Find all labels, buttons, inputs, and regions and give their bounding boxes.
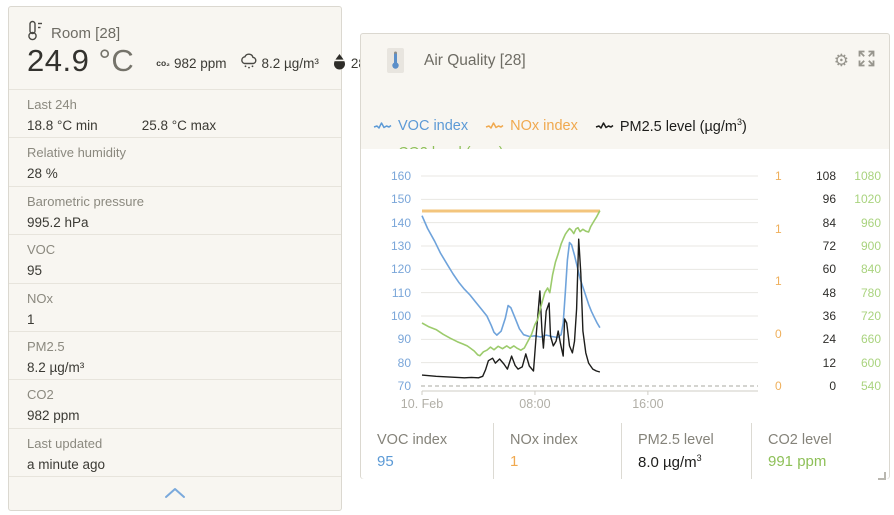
- temp-max: 25.8 °C max: [142, 118, 216, 133]
- pm25-axis-tick-label: 24: [784, 331, 836, 347]
- row-voc: VOC 95: [9, 234, 341, 282]
- row-pm25: PM2.5 8.2 µg/m³: [9, 331, 341, 379]
- squiggle-icon: [485, 121, 504, 131]
- co2-axis-tick-label: 540: [835, 378, 881, 394]
- summary-pm25: PM2.5 level 8.0 µg/m3: [621, 423, 751, 479]
- chart-title: Air Quality [28]: [424, 52, 834, 70]
- pm25-axis-tick-label: 84: [784, 215, 836, 231]
- summary-voc-value: 95: [377, 453, 493, 470]
- resize-handle[interactable]: [877, 467, 886, 476]
- legend-pm25-level[interactable]: PM2.5 level (µg/m3): [595, 117, 747, 135]
- voc-axis-tick-label: 150: [361, 191, 411, 207]
- chart-header: Air Quality [28] ⚙: [361, 34, 889, 149]
- pm25-stat: 8.2 µg/m³: [240, 53, 319, 73]
- voc-axis-tick-label: 80: [361, 355, 411, 371]
- voc-axis-tick-label: 130: [361, 238, 411, 254]
- co2-axis-tick-label: 900: [835, 238, 881, 254]
- pm25-axis-tick-label: 72: [784, 238, 836, 254]
- room-header: Room [28] 24.9 °C co₂ 982 ppm: [9, 7, 341, 89]
- fullscreen-expand-icon[interactable]: [858, 50, 875, 72]
- settings-gear-icon[interactable]: ⚙: [834, 52, 849, 69]
- legend-voc-index[interactable]: VOC index: [373, 118, 468, 134]
- collapse-button[interactable]: [9, 476, 341, 512]
- pm25-axis-tick-label: 36: [784, 308, 836, 324]
- co2-icon: co₂: [156, 58, 170, 68]
- summary-co2-value: 991 ppm: [768, 453, 889, 470]
- x-axis-tick-label: 10. Feb: [390, 397, 454, 411]
- temp-min: 18.8 °C min: [27, 118, 98, 133]
- summary-voc: VOC index 95: [361, 423, 493, 479]
- row-nox: NOx 1: [9, 283, 341, 331]
- row-barometric-pressure: Barometric pressure 995.2 hPa: [9, 186, 341, 234]
- pm25-axis-tick-label: 96: [784, 191, 836, 207]
- voc-axis-tick-label: 160: [361, 168, 411, 184]
- pm25-axis-tick-label: 60: [784, 261, 836, 277]
- legend-nox-index[interactable]: NOx index: [485, 118, 578, 134]
- co2-axis-tick-label: 660: [835, 331, 881, 347]
- summary-nox-value: 1: [510, 453, 621, 470]
- voc-axis-tick-label: 100: [361, 308, 411, 324]
- pm25-axis-tick-label: 108: [784, 168, 836, 184]
- series-line-co2: [422, 211, 600, 356]
- co2-axis-tick-label: 840: [835, 261, 881, 277]
- voc-axis-tick-label: 90: [361, 331, 411, 347]
- co2-axis-tick-label: 1080: [835, 168, 881, 184]
- pm25-axis-tick-label: 12: [784, 355, 836, 371]
- co2-axis-tick-label: 780: [835, 285, 881, 301]
- summary-nox: NOx index 1: [493, 423, 621, 479]
- voc-axis-tick-label: 120: [361, 261, 411, 277]
- row-last-updated: Last updated a minute ago: [9, 428, 341, 476]
- pm25-axis-tick-label: 0: [784, 378, 836, 394]
- air-quality-chart: 10. Feb08:0016:0016015014013012011010090…: [361, 149, 889, 423]
- room-summary-panel: Room [28] 24.9 °C co₂ 982 ppm: [8, 6, 342, 511]
- squiggle-icon: [373, 121, 392, 131]
- chart-summary: VOC index 95 NOx index 1 PM2.5 level 8.0…: [361, 423, 889, 479]
- co2-axis-tick-label: 960: [835, 215, 881, 231]
- co2-axis-tick-label: 720: [835, 308, 881, 324]
- pm25-axis-tick-label: 48: [784, 285, 836, 301]
- voc-axis-tick-label: 110: [361, 285, 411, 301]
- co2-axis-tick-label: 600: [835, 355, 881, 371]
- co2-axis-tick-label: 1020: [835, 191, 881, 207]
- chevron-up-icon: [163, 486, 187, 504]
- humidity-drop-icon: [332, 53, 347, 73]
- squiggle-icon: [595, 121, 614, 131]
- air-quality-panel: Air Quality [28] ⚙: [360, 33, 890, 479]
- thermometer-widget-icon: [387, 48, 404, 73]
- voc-axis-tick-label: 140: [361, 215, 411, 231]
- row-co2: CO2 982 ppm: [9, 379, 341, 427]
- row-last-24h: Last 24h 18.8 °C min25.8 °C max: [9, 89, 341, 137]
- room-title: Room [28]: [51, 25, 120, 42]
- x-axis-tick-label: 16:00: [616, 397, 680, 411]
- x-axis-tick-label: 08:00: [503, 397, 567, 411]
- summary-pm25-value: 8.0 µg/m3: [638, 453, 751, 471]
- chart-body: 10. Feb08:0016:0016015014013012011010090…: [361, 149, 889, 479]
- row-relative-humidity: Relative humidity 28 %: [9, 137, 341, 185]
- voc-axis-tick-label: 70: [361, 378, 411, 394]
- room-temperature: 24.9 °C: [27, 43, 134, 79]
- particulate-cloud-icon: [240, 53, 258, 73]
- co2-stat: co₂ 982 ppm: [156, 56, 226, 71]
- summary-co2: CO2 level 991 ppm: [751, 423, 889, 479]
